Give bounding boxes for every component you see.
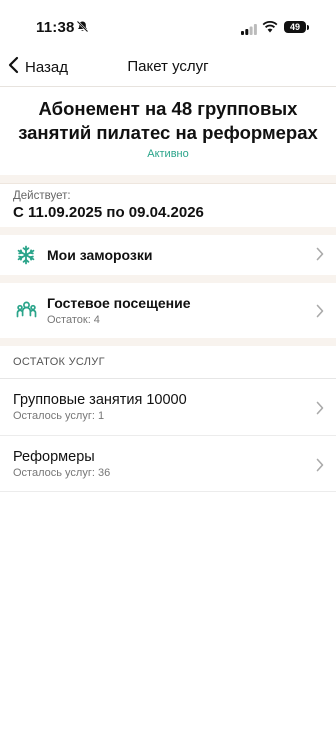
package-title: Абонемент на 48 групповых занятий пилате… (18, 98, 318, 143)
navigation-bar: Назад Пакет услуг (0, 48, 336, 87)
snowflake-icon (16, 245, 36, 270)
section-divider (0, 227, 336, 235)
service-item-group-classes[interactable]: Групповые занятия 10000 Осталось услуг: … (0, 379, 336, 436)
chevron-left-icon (8, 56, 19, 79)
battery-icon: 49 (284, 21, 306, 33)
freezes-text: Мои заморозки (47, 247, 153, 263)
guests-icon (16, 300, 37, 326)
guest-visit-text: Гостевое посещение Остаток: 4 (47, 295, 191, 326)
back-button[interactable]: Назад (8, 56, 68, 79)
section-divider (0, 338, 336, 346)
battery-cap (307, 25, 309, 30)
chevron-right-icon (316, 247, 324, 266)
service-title: Групповые занятия 10000 (13, 392, 187, 408)
section-divider (0, 275, 336, 283)
validity-dates: С 11.09.2025 по 09.04.2026 (13, 204, 204, 221)
chevron-right-icon (316, 304, 324, 323)
remaining-section-title: ОСТАТОК УСЛУГ (13, 356, 105, 368)
service-item-reformers[interactable]: Реформеры Осталось услуг: 36 (0, 436, 336, 492)
chevron-right-icon (316, 458, 324, 477)
remaining-section-header: ОСТАТОК УСЛУГ (0, 346, 336, 379)
validity-label: Действует: (13, 190, 71, 202)
freezes-label: Мои заморозки (47, 247, 153, 263)
service-remaining: Осталось услуг: 1 (13, 410, 105, 422)
freezes-row[interactable]: Мои заморозки (0, 235, 336, 275)
guest-visit-label: Гостевое посещение (47, 295, 191, 311)
wifi-icon (262, 20, 278, 38)
validity-block: Действует: С 11.09.2025 по 09.04.2026 (0, 183, 336, 228)
service-remaining: Осталось услуг: 36 (13, 467, 111, 479)
chevron-right-icon (316, 401, 324, 420)
guest-visit-remaining: Остаток: 4 (47, 314, 100, 326)
signal-icon (241, 22, 257, 40)
bell-muted-icon (76, 20, 89, 38)
service-title: Реформеры (13, 449, 95, 465)
back-label: Назад (25, 59, 68, 76)
guest-visit-row[interactable]: Гостевое посещение Остаток: 4 (0, 283, 336, 338)
status-time: 11:38 (36, 19, 75, 36)
status-bar: 11:38 49 (0, 0, 336, 48)
status-badge: Активно (147, 148, 189, 160)
section-divider (0, 175, 336, 183)
package-header: Абонемент на 48 групповых занятий пилате… (0, 87, 336, 175)
